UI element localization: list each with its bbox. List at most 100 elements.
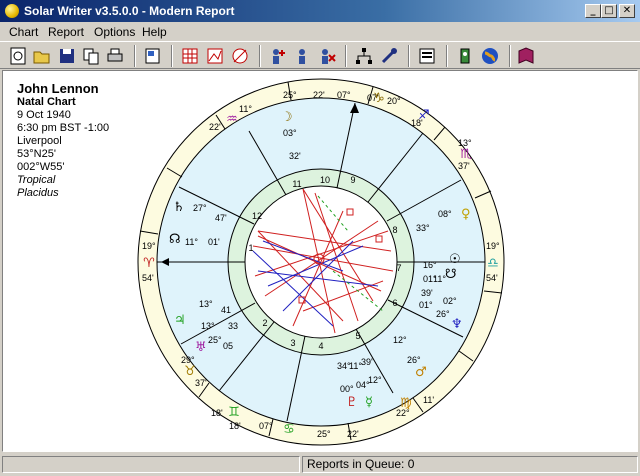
mars-minutes: 26° [407,355,421,365]
cusp-label: 37' [195,378,207,388]
aquarius-icon: ♒ [226,112,238,127]
asteroid-degree: 25° [208,335,222,345]
person-icon[interactable] [292,46,312,66]
house-number: 7 [396,263,401,273]
mercury-minutes: 12° [368,375,382,385]
status-panel-left [2,456,300,473]
copy-icon[interactable] [81,46,101,66]
saturn-icon: ♄ [173,200,185,215]
cusp-label: 22' [209,122,221,132]
menu-options[interactable]: Options [94,25,135,39]
title-bar: Solar Writer v3.5.0.0 - Modern Report _ … [0,0,640,22]
natal-chart-wheel: 1 2 3 4 5 6 7 8 9 10 11 12 19° 54' 19° 5… [137,78,505,446]
asteroid-minutes: 05 [223,341,233,351]
app-sun-icon [5,4,19,18]
moon-degree: 03° [283,128,297,138]
reports-queue-status: Reports in Queue: 0 [302,456,638,473]
sun-degree: 16° [423,260,437,270]
saturn-minutes: 47' [215,213,227,223]
menu-help[interactable]: Help [142,25,167,39]
scorpio-icon: ♏ [460,147,472,162]
jupiter-degree: 13° [199,299,213,309]
add-person-icon[interactable] [268,46,288,66]
cusp-label: 25° [317,429,331,439]
status-bar: Reports in Queue: 0 [0,454,640,476]
toolbar [0,41,640,69]
new-chart-icon[interactable] [8,46,28,66]
south-node-icon: ☋ [445,267,457,282]
dsc-minutes: 54' [486,273,498,283]
grid-icon[interactable] [180,46,200,66]
transit-icon[interactable] [455,46,475,66]
maximize-button[interactable]: □ [601,4,617,18]
virgo-icon: ♍ [400,396,412,411]
pluto-minutes: 39' [361,357,373,367]
pluto-icon: ♇ [346,395,358,410]
asc-minutes: 54' [142,273,154,283]
venus-degree: 33° [416,223,430,233]
uranus-icon: ♅ [195,340,207,355]
node-s-degree: 11° [433,274,446,284]
close-button[interactable]: ✕ [619,4,635,18]
delete-person-icon[interactable] [317,46,337,66]
house-number: 10 [320,175,330,185]
cusp-label: 22' [347,429,359,439]
save-icon[interactable] [57,46,77,66]
libra-icon: ♎ [487,256,499,271]
house-number: 4 [318,341,323,351]
preview-icon[interactable] [143,46,163,66]
cusp-label: 18' [211,408,223,418]
node-degree: 11° [185,237,198,247]
house-number: 12 [252,211,262,221]
menu-chart[interactable]: Chart [9,25,38,39]
jupiter-icon: ♃ [174,313,186,328]
dsc-degree: 19° [486,241,500,251]
mc-degree: 07° [337,90,351,100]
house-number: 5 [355,331,360,341]
print-icon[interactable] [105,46,125,66]
mercury-degree: 00° [340,384,354,394]
asc-degree: 19° [142,241,156,251]
neptune-lat: 26° [436,309,450,319]
graph-icon[interactable] [205,46,225,66]
north-node-icon: ☊ [169,232,181,247]
open-icon[interactable] [32,46,52,66]
moon-minutes: 32' [289,151,301,161]
node-minutes: 01' [208,237,220,247]
cusp-label: 11° [239,104,252,114]
house-number: 2 [262,318,267,328]
mars-icon: ♂ [415,365,427,380]
house-number: 11 [292,179,301,189]
bi-wheel-icon[interactable] [230,46,250,66]
venus-minutes: 08° [438,209,452,219]
gemini-icon: ♊ [228,405,240,420]
neptune-sub: 02° [443,296,457,306]
cusp-11-degree: 25° [283,90,297,100]
house-number: 6 [392,298,397,308]
menu-bar: Chart Report Options Help [0,22,640,41]
house-number: 1 [248,243,253,253]
menu-report[interactable]: Report [48,25,84,39]
venus-icon: ♀ [461,207,471,222]
network-icon[interactable] [354,46,374,66]
cancer-icon: ♋ [283,422,295,437]
mercury-icon: ☿ [365,395,373,410]
window-title: Solar Writer v3.5.0.0 - Modern Report [24,4,235,18]
cusp-label: 18' [229,421,241,431]
cusp-label: 37' [458,161,470,171]
properties-icon[interactable] [417,46,437,66]
house-number: 9 [350,175,355,185]
globe-icon[interactable] [480,46,500,66]
tools-icon[interactable] [379,46,399,66]
report-panel: John Lennon Natal Chart 9 Oct 1940 6:30 … [2,70,638,452]
minimize-button[interactable]: _ [585,4,601,18]
moon-icon: ☽ [281,110,293,125]
capricorn-icon: ♑ [373,91,385,106]
house-number: 3 [290,338,295,348]
aries-icon: ♈ [143,256,155,271]
house-number: 8 [392,225,397,235]
neptune-icon: ♆ [451,317,463,332]
cusp-label: 07° [259,421,273,431]
book-icon[interactable] [516,46,536,66]
neptune-degree: 01° [419,300,433,310]
